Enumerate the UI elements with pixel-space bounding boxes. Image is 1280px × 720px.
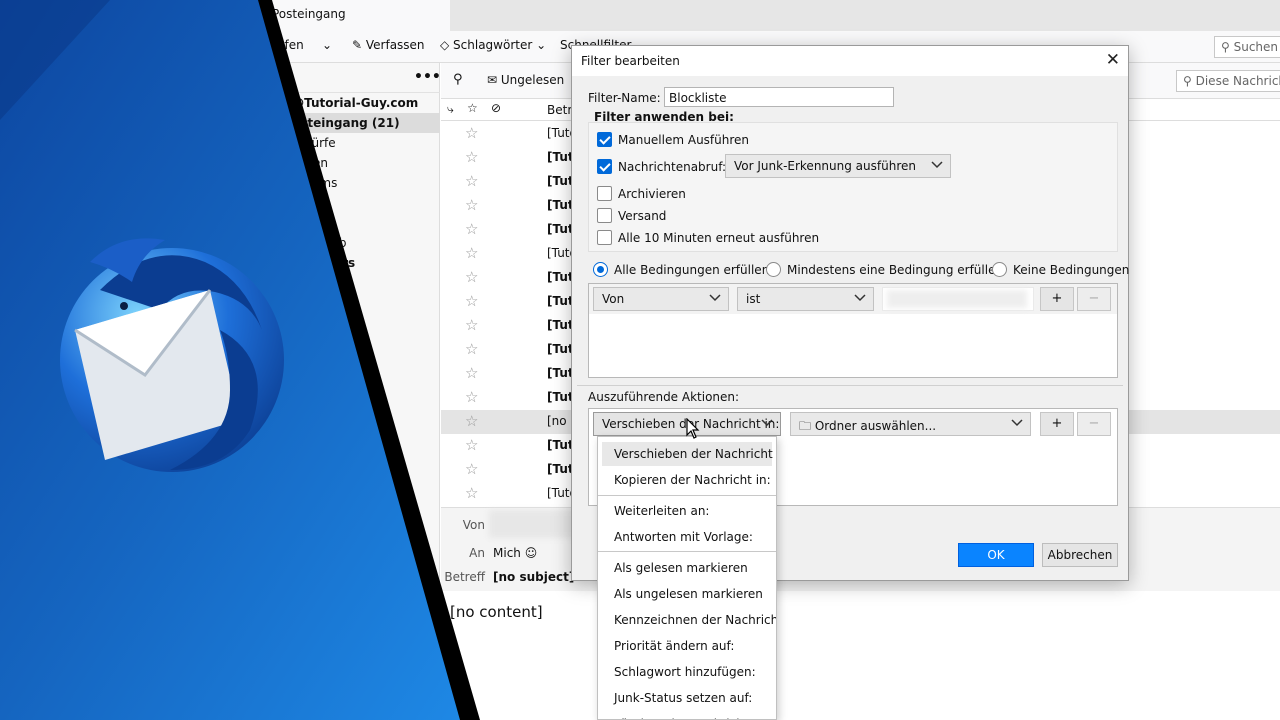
- fetch-label: Nachrichtenabruf:: [618, 160, 727, 174]
- close-icon[interactable]: ✕: [1106, 50, 1120, 70]
- condition-value-redacted: [887, 290, 1027, 308]
- periodic-label: Alle 10 Minuten erneut ausführen: [618, 231, 820, 245]
- match-any-radio[interactable]: [766, 262, 781, 277]
- cancel-button[interactable]: Abbrechen: [1042, 543, 1118, 567]
- target-folder-select[interactable]: 🗀 Ordner auswählen...: [790, 412, 1031, 436]
- mouse-cursor-icon: [686, 418, 700, 439]
- attachment-column-icon[interactable]: ⊘: [491, 101, 501, 115]
- chevron-down-icon: [761, 419, 773, 427]
- quick-filter-input[interactable]: ⚲ Diese Nachricht: [1176, 70, 1280, 92]
- send-checkbox[interactable]: [597, 208, 612, 223]
- ok-button[interactable]: OK: [958, 543, 1034, 567]
- send-label: Versand: [618, 209, 667, 223]
- dropdown-item-forward[interactable]: Weiterleiten an:: [602, 499, 772, 523]
- chevron-down-icon: [1011, 419, 1023, 427]
- filter-name-label: Filter-Name:: [588, 91, 661, 105]
- thunderbird-logo-overlay: [0, 0, 480, 720]
- dropdown-item-mark-read[interactable]: Als gelesen markieren: [602, 556, 772, 580]
- match-none-radio[interactable]: [992, 262, 1007, 277]
- dropdown-item-reply-template[interactable]: Antworten mit Vorlage:: [602, 525, 772, 549]
- unread-filter-button[interactable]: ✉ Ungelesen: [487, 73, 564, 87]
- dropdown-separator: [598, 551, 776, 552]
- chevron-down-icon: [709, 294, 721, 302]
- search-input[interactable]: ⚲ Suchen: [1214, 36, 1280, 58]
- dropdown-item-move[interactable]: Verschieben der Nachricht ...: [602, 442, 776, 466]
- chevron-down-icon: [854, 294, 866, 302]
- filter-name-input[interactable]: Blockliste: [664, 87, 894, 107]
- match-none-label: Keine Bedingungen: [1013, 263, 1130, 277]
- fetch-timing-select[interactable]: Vor Junk-Erkennung ausführen: [725, 154, 951, 178]
- condition-field-select[interactable]: Von: [593, 287, 729, 311]
- add-action-button[interactable]: +: [1040, 412, 1074, 436]
- remove-action-button[interactable]: −: [1077, 412, 1111, 436]
- subject-value: [no subject]: [493, 570, 575, 584]
- condition-value-input[interactable]: [882, 287, 1034, 311]
- match-all-label: Alle Bedingungen erfüllen: [614, 263, 770, 277]
- archive-label: Archivieren: [618, 187, 686, 201]
- dropdown-item-mark-unread[interactable]: Als ungelesen markieren: [602, 582, 772, 606]
- dropdown-item-junk-status[interactable]: Junk-Status setzen auf:: [602, 686, 772, 710]
- dropdown-item-add-tag[interactable]: Schlagwort hinzufügen:: [602, 660, 772, 684]
- search-icon: ⚲: [1221, 40, 1234, 54]
- condition-operator-select[interactable]: ist: [737, 287, 874, 311]
- dialog-titlebar: Filter bearbeiten ✕: [572, 46, 1128, 76]
- remove-condition-button[interactable]: −: [1077, 287, 1111, 311]
- dropdown-item-copy[interactable]: Kopieren der Nachricht in:: [602, 468, 772, 492]
- archive-checkbox[interactable]: [597, 186, 612, 201]
- dropdown-item-priority[interactable]: Priorität ändern auf:: [602, 634, 772, 658]
- from-value-redacted: [489, 510, 579, 538]
- search-icon: ⚲: [1183, 74, 1196, 88]
- dropdown-item-flag[interactable]: Kennzeichnen der Nachricht: [602, 608, 776, 632]
- to-value[interactable]: Mich ☺: [493, 546, 537, 560]
- match-all-radio[interactable]: [593, 262, 608, 277]
- manual-run-label: Manuellem Ausführen: [618, 133, 750, 147]
- periodic-checkbox[interactable]: [597, 230, 612, 245]
- add-condition-button[interactable]: +: [1040, 287, 1074, 311]
- fetch-checkbox[interactable]: [597, 159, 612, 174]
- dialog-title: Filter bearbeiten: [581, 54, 680, 68]
- match-any-label: Mindestens eine Bedingung erfüllen: [787, 263, 1004, 277]
- dropdown-separator: [598, 495, 776, 496]
- dropdown-item-delete[interactable]: Löschen der Nachricht: [602, 712, 772, 719]
- chevron-down-icon: [931, 161, 943, 169]
- contact-icon: ☺: [524, 546, 538, 560]
- actions-label: Auszuführende Aktionen:: [588, 390, 740, 404]
- action-type-dropdown: Verschieben der Nachricht ... Kopieren d…: [597, 436, 777, 720]
- envelope-icon: ✉: [487, 73, 501, 87]
- section-divider: [577, 385, 1123, 386]
- manual-run-checkbox[interactable]: [597, 132, 612, 147]
- folder-icon: 🗀: [799, 419, 815, 433]
